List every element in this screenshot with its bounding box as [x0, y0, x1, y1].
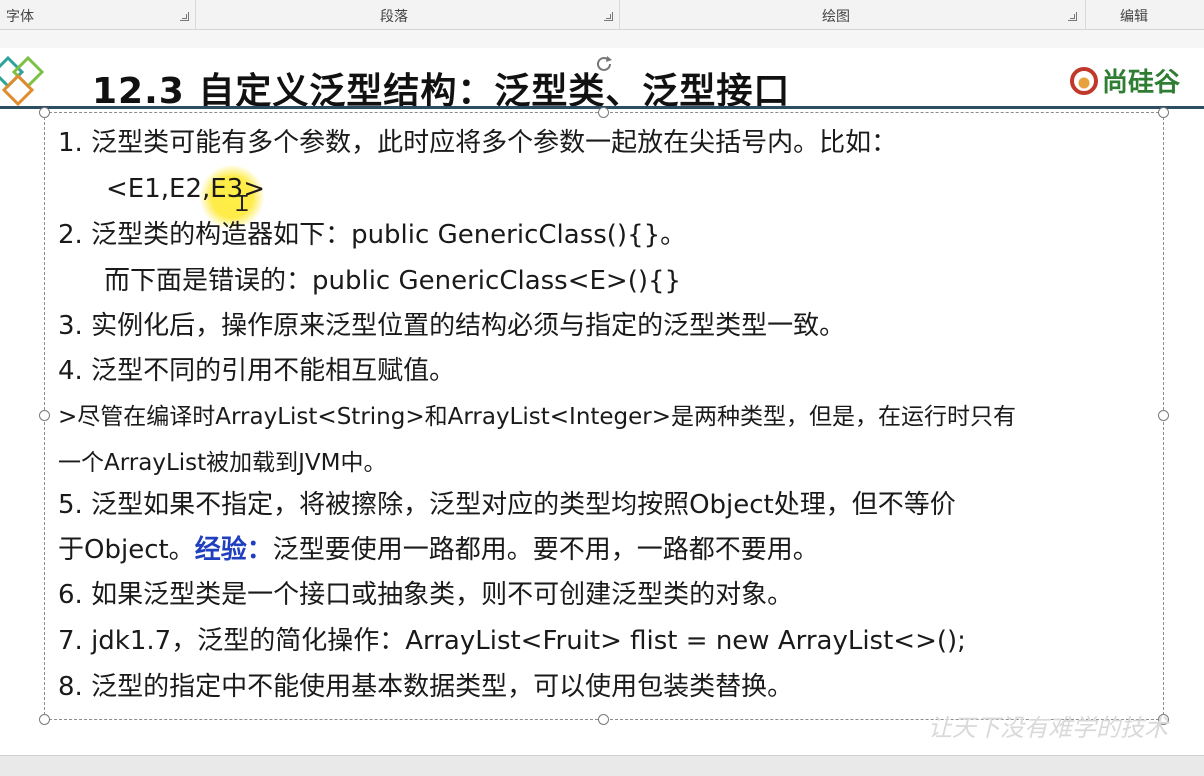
ribbon-group-paragraph: 段落: [196, 0, 620, 30]
resize-handle-top-left[interactable]: [39, 107, 50, 118]
drawing-dialog-launcher-icon[interactable]: [1068, 12, 1077, 21]
ribbon: 字体 段落 绘图 编辑: [0, 0, 1204, 30]
text-line-5-cont: 于Object。经验：泛型要使用一路都用。要不用，一路都不要用。: [58, 535, 819, 565]
experience-text: 泛型要使用一路都用。要不用，一路都不要用。: [272, 535, 819, 565]
text-cursor-icon: Ｉ: [231, 192, 254, 217]
ribbon-group-drawing: 绘图: [620, 0, 1086, 30]
resize-handle-top-right[interactable]: [1158, 107, 1169, 118]
text-line-7: 7. jdk1.7，泛型的简化操作：ArrayList<Fruit> flist…: [58, 626, 966, 656]
text-line-5: 5. 泛型如果不指定，将被擦除，泛型对应的类型均按照Object处理，但不等价: [58, 490, 956, 520]
resize-handle-bottom[interactable]: [598, 714, 609, 725]
resize-handle-bottom-left[interactable]: [39, 714, 50, 725]
font-dialog-launcher-icon[interactable]: [180, 12, 189, 21]
ribbon-group-label-editing: 编辑: [1120, 9, 1148, 25]
text-line-8: 8. 泛型的指定中不能使用基本数据类型，可以使用包装类替换。: [58, 672, 794, 702]
text-line-5-object: 于Object。: [58, 535, 195, 565]
text-line-4-note-cont: 一个ArrayList被加载到JVM中。: [58, 450, 387, 476]
resize-handle-left[interactable]: [39, 410, 50, 421]
text-line-3: 3. 实例化后，操作原来泛型位置的结构必须与指定的泛型类型一致。: [58, 311, 846, 341]
rotate-handle-icon[interactable]: [592, 52, 616, 76]
brand-logo-text: 尚硅谷: [1102, 68, 1181, 98]
ribbon-group-label-drawing: 绘图: [822, 9, 850, 25]
text-line-1: 1. 泛型类可能有多个参数，此时应将多个参数一起放在尖括号内。比如：: [58, 128, 898, 158]
text-line-4: 4. 泛型不同的引用不能相互赋值。: [58, 356, 456, 386]
brand-logo-icon: [1070, 66, 1098, 95]
paragraph-dialog-launcher-icon[interactable]: [604, 12, 613, 21]
ribbon-group-label-paragraph: 段落: [380, 9, 408, 25]
experience-label: 经验：: [194, 535, 273, 565]
watermark: 让天下没有难学的技术: [928, 714, 1168, 742]
status-bar: [0, 755, 1204, 776]
ribbon-group-label-font: 字体: [6, 9, 34, 25]
text-line-2: 2. 泛型类的构造器如下：public GenericClass(){}。: [58, 220, 687, 250]
text-line-2-cont: 而下面是错误的：public GenericClass<E>(){}: [104, 266, 682, 296]
ribbon-group-editing: 编辑: [1086, 0, 1204, 30]
resize-handle-right[interactable]: [1158, 410, 1169, 421]
text-line-4-note: >尽管在编译时ArrayList<String>和ArrayList<Integ…: [58, 404, 1017, 430]
diamond-logo-icon: [0, 55, 45, 107]
brand-logo: 尚硅谷: [1070, 62, 1180, 99]
ribbon-group-font: 字体: [0, 0, 196, 30]
text-line-6: 6. 如果泛型类是一个接口或抽象类，则不可创建泛型类的对象。: [58, 580, 794, 610]
resize-handle-top[interactable]: [598, 107, 609, 118]
